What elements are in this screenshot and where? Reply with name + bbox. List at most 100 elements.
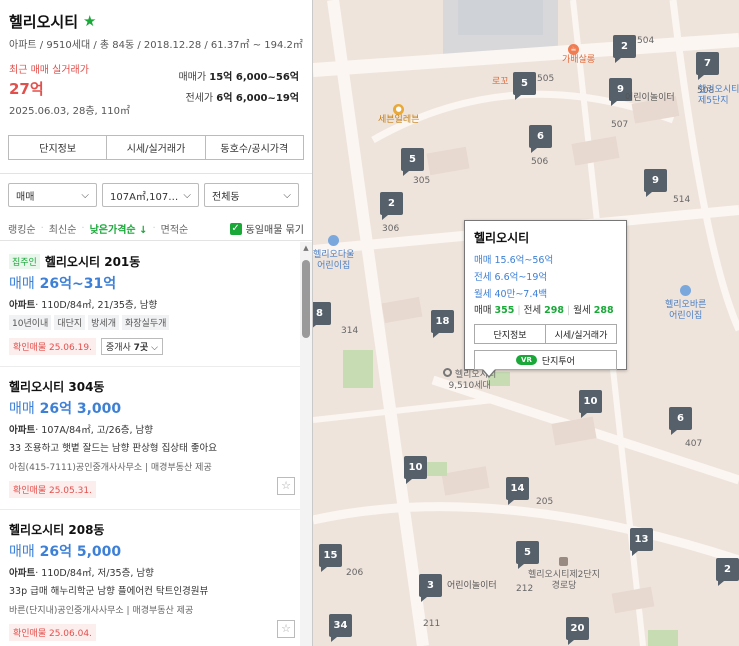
scroll-thumb[interactable] [302, 260, 310, 338]
list-item[interactable]: 헬리오시티 304동 매매 26억 3,000 아파트· 107A/84㎡, 고… [0, 367, 300, 510]
poi-school[interactable]: 헬리오시티 제5단지 [698, 85, 739, 107]
poi-kindergarten[interactable]: 헬리오다울 어린이집 [313, 235, 354, 272]
listing-spec-type: 아파트 [9, 425, 36, 436]
poi-convenience-store[interactable]: ● 세븐일레븐 [378, 104, 419, 126]
confirmed-listing-badge: 확인매물 25.06.19. [9, 338, 96, 355]
agents-label: 중개사 [105, 343, 131, 353]
area-select[interactable]: 107A㎡,107… ⌵ [102, 183, 199, 207]
pin-count: 8 [316, 307, 323, 319]
pin-count: 9 [652, 174, 659, 186]
pin-count: 6 [677, 412, 684, 424]
group-same-listings-label: 동일매물 묶기 [245, 225, 304, 236]
listing-count-pin[interactable]: 13 [630, 528, 653, 556]
popup-jeonse-count: 298 [544, 305, 564, 316]
listing-count-pin[interactable]: 5 [513, 72, 536, 100]
tab-complex-info[interactable]: 단지정보 [9, 136, 108, 159]
group-same-listings-toggle[interactable]: ✓ 동일매물 묶기 [229, 221, 304, 236]
listing-type: 매매 [9, 276, 35, 292]
listing-count-pin[interactable]: 10 [404, 456, 427, 484]
listing-count-pin[interactable]: 10 [579, 390, 602, 418]
poi-cafe[interactable]: ☕ 가배살롱 [562, 44, 595, 66]
listing-count-pin[interactable]: 14 [506, 477, 529, 505]
listing-count-pin[interactable]: 34 [329, 614, 352, 642]
dong-select[interactable]: 전체동 ⌵ [204, 183, 299, 207]
listing-price-value: 26억~31억 [39, 276, 117, 292]
list-scrollbar[interactable]: ▲ [300, 242, 312, 646]
poi-playground[interactable]: 어린이놀이터 [447, 581, 497, 592]
poi-cafe-label: 가배살롱 [562, 55, 596, 65]
dong-label: 504 [637, 36, 655, 46]
listing-count-pin[interactable]: 2 [716, 558, 739, 586]
trade-type-select[interactable]: 매매 ⌵ [8, 183, 97, 207]
sale-range-label: 매매가 [178, 72, 207, 83]
listing-spec: 아파트· 110D/84㎡, 21/35층, 남향 [9, 297, 291, 311]
popup-market-price-button[interactable]: 시세/실거래가 [546, 325, 616, 343]
pin-count: 5 [409, 153, 416, 165]
listing-count-pin[interactable]: 18 [431, 310, 454, 338]
poi-rogue[interactable]: 로꼬 [492, 77, 509, 88]
pin-count: 5 [524, 546, 531, 558]
poi-school-name: 헬리오시티 [698, 85, 739, 95]
sort-ranking[interactable]: 랭킹순 [8, 221, 36, 236]
list-item[interactable]: 헬리오시티 208동 매매 26억 5,000 아파트· 110D/84㎡, 저… [0, 510, 300, 646]
dong-label: 211 [423, 619, 441, 629]
listing-title: 헬리오시티 304동 [9, 380, 105, 394]
listing-count-pin[interactable]: 2 [613, 35, 636, 63]
popup-monthly-count-label: 월세 [573, 305, 591, 316]
price-summary: 최근 매매 실거래가 27억 2025.06.03, 28층, 110㎡ 매매가… [9, 61, 303, 121]
listing-count-pin[interactable]: 5 [401, 148, 424, 176]
poi-senior-center[interactable]: 헬리오시티제2단지 경로당 [528, 557, 600, 592]
map-building [426, 146, 470, 176]
poi-kindergarten-type: 어린이집 [669, 311, 703, 321]
listing-tag: 10년이내 [9, 315, 52, 330]
chevron-down-icon: ⌵ [283, 189, 291, 201]
complex-tour-button[interactable]: VR 단지투어 [474, 350, 617, 370]
sort-separator: · [40, 223, 44, 234]
listing-count-pin[interactable]: 9 [644, 169, 667, 197]
listing-title: 헬리오시티 208동 [9, 523, 105, 537]
tab-unit-price[interactable]: 동호수/공시가격 [206, 136, 303, 159]
popup-pointer-fill [483, 369, 495, 376]
favorite-star-icon[interactable]: ☆ [277, 477, 295, 495]
tab-market-price[interactable]: 시세/실거래가 [107, 136, 206, 159]
listing-tag: 방세개 [88, 315, 119, 330]
popup-sale-count-label: 매매 [474, 305, 492, 316]
list-item[interactable]: 집주인 헬리오시티 201동 매매 26억~31억 아파트· 110D/84㎡,… [0, 242, 300, 367]
sort-latest[interactable]: 최신순 [49, 221, 77, 236]
sort-low-price[interactable]: 낮은가격순 ↓ [90, 221, 148, 236]
sort-area[interactable]: 면적순 [161, 221, 189, 236]
listing-count-pin[interactable]: 15 [319, 544, 342, 572]
listing-list: 집주인 헬리오시티 201동 매매 26억~31억 아파트· 110D/84㎡,… [0, 242, 300, 646]
listing-count-pin[interactable]: 6 [529, 125, 552, 153]
listing-tag: 대단지 [54, 315, 86, 330]
pin-count: 18 [435, 315, 450, 327]
listing-count-pin[interactable]: 3 [419, 574, 442, 602]
poi-playground[interactable]: 어린이놀이터 [625, 93, 675, 104]
map-view[interactable]: 2 5 9 7 6 5 2 9 8 18 10 6 10 14 15 5 13 … [313, 0, 739, 646]
map-building [458, 0, 543, 35]
favorite-star-icon[interactable]: ★ [83, 13, 96, 29]
popup-sale-count: 355 [494, 305, 515, 316]
complex-popup[interactable]: 헬리오시티 매매 15.6억~56억 전세 6.6억~19억 월세 40만~7.… [464, 220, 627, 370]
listing-count-pin[interactable]: 2 [380, 192, 403, 220]
listing-count-pin[interactable]: 8 [313, 302, 331, 330]
popup-complex-info-button[interactable]: 단지정보 [475, 325, 546, 343]
checkbox-checked-icon: ✓ [229, 222, 242, 235]
listing-count-pin[interactable]: 20 [566, 617, 589, 645]
listing-count-pin[interactable]: 7 [696, 52, 719, 80]
agents-dropdown-button[interactable]: 중개사 7곳 ⌵ [100, 338, 163, 355]
map-road [313, 397, 494, 423]
poi-kindergarten-type: 어린이집 [317, 261, 351, 271]
store-icon: ● [393, 104, 405, 115]
favorite-star-icon[interactable]: ☆ [277, 620, 295, 638]
poi-kindergarten[interactable]: 헬리오바른 어린이집 [665, 285, 706, 322]
listing-title: 헬리오시티 201동 [44, 255, 141, 269]
confirmed-listing-badge: 확인매물 25.05.31. [9, 481, 96, 498]
poi-senior-type: 경로당 [551, 581, 577, 591]
listing-count-pin[interactable]: 6 [669, 407, 692, 435]
dong-value: 전체동 [212, 191, 240, 203]
dong-label: 314 [341, 326, 359, 336]
popup-monthly-range: 월세 40만~7.4백 [474, 289, 548, 300]
listing-spec-text: · 110D/84㎡, 21/35층, 남향 [35, 300, 158, 311]
scroll-up-icon[interactable]: ▲ [300, 242, 312, 254]
